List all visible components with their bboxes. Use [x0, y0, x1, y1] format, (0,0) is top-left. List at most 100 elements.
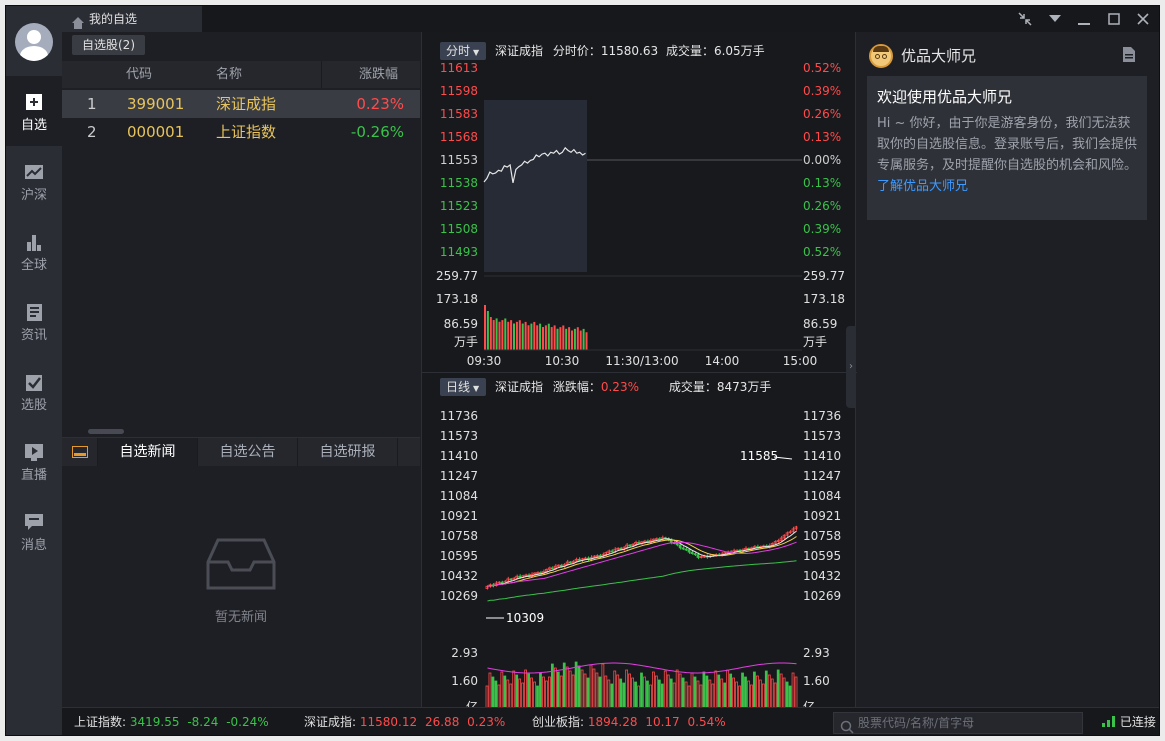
price-tick-label: 11084	[440, 489, 478, 503]
avatar[interactable]	[15, 23, 53, 61]
column-code[interactable]: 代码	[126, 61, 152, 88]
welcome-card: 欢迎使用优品大师兄 Hi ~ 你好，由于你是游客身份，我们无法获取你的自选股信息…	[867, 76, 1147, 220]
volume-bar	[498, 321, 501, 350]
index-value: 1894.28	[587, 715, 638, 729]
status-index-sz[interactable]: 深证成指: 11580.12 26.88 0.23%	[304, 708, 506, 735]
daily-period-button[interactable]: 日线 ▼	[440, 378, 486, 396]
volume-bar	[583, 673, 587, 707]
collapse-handle[interactable]: ›	[846, 326, 856, 408]
volume-bar	[785, 681, 789, 707]
low-price-label: 10309	[506, 611, 544, 625]
dropdown-icon[interactable]	[1040, 6, 1070, 32]
nav-item-messages[interactable]: 消息	[6, 496, 62, 566]
volume-bar	[791, 672, 795, 707]
volume-bar	[750, 684, 753, 707]
volume-bar	[485, 685, 489, 707]
check-box-icon	[24, 373, 44, 391]
row-index: 1	[87, 95, 97, 113]
minimize-icon[interactable]	[1069, 6, 1099, 32]
index-pct: 0.23%	[467, 715, 506, 729]
candle-body	[533, 572, 536, 575]
column-name[interactable]: 名称	[216, 61, 322, 88]
shrink-icon[interactable]	[1010, 6, 1040, 32]
nav-item-shsz[interactable]: 沪深	[6, 146, 62, 216]
volume-bar	[714, 670, 718, 707]
daily-kline-chart[interactable]: 11736 11736 11573 11573 11410 11410 11247 11247…	[422, 396, 857, 707]
volume-bar	[550, 663, 554, 707]
candle-body	[568, 561, 572, 564]
table-row[interactable]: 1 399001 深证成指 0.23%	[62, 90, 420, 118]
index-name: 上证指数:	[74, 715, 127, 729]
document-icon[interactable]	[1123, 47, 1135, 62]
volume-bar	[586, 677, 590, 707]
volume-bar	[585, 332, 588, 350]
volume-bar	[577, 665, 581, 707]
card-link[interactable]: 了解优品大师兄	[877, 179, 968, 194]
volume-bar	[492, 320, 495, 350]
volume-bar	[720, 678, 724, 707]
nav-item-global[interactable]: 全球	[6, 216, 62, 286]
tab-my-watchlist[interactable]: 我的自选	[62, 6, 202, 32]
volume-bar	[610, 683, 614, 707]
status-index-cyb[interactable]: 创业板指: 1894.28 10.17 0.54%	[532, 708, 726, 735]
candle-body	[506, 578, 510, 583]
candle-body	[607, 550, 611, 553]
volume-bar	[764, 670, 768, 707]
volume-bar	[574, 661, 578, 707]
left-nav: 自选 沪深 全球 资讯 选股 直播 消息	[6, 6, 62, 735]
price-tick-label: 11613	[440, 61, 478, 75]
price-tick-label: 11247	[803, 469, 841, 483]
nav-item-news[interactable]: 资讯	[6, 286, 62, 356]
row-change: -0.26%	[350, 123, 404, 141]
volume-bar	[553, 325, 556, 350]
search-input[interactable]	[858, 715, 1078, 731]
close-icon[interactable]	[1128, 6, 1158, 32]
table-row[interactable]: 2 000001 上证指数 -0.26%	[62, 118, 420, 146]
chart-area: 分时 ▼ 深证成指 分时价：11580.63 成交量：6.05万手 11613 0.…	[421, 32, 857, 707]
tab-watchlist-announcements[interactable]: 自选公告	[198, 438, 298, 466]
volume-bar	[735, 681, 738, 707]
volume-bar	[562, 325, 565, 350]
nav-item-live[interactable]: 直播	[6, 426, 62, 496]
volume-unit: 万手	[454, 335, 478, 349]
pct-tick-label: 0.00%	[803, 153, 841, 167]
collapse-panel-icon[interactable]	[62, 438, 98, 466]
index-name: 创业板指:	[532, 715, 585, 729]
volume-bar	[711, 683, 715, 707]
nav-item-screener[interactable]: 选股	[6, 356, 62, 426]
volume-bar	[521, 682, 525, 707]
status-index-sh[interactable]: 上证指数: 3419.55 -8.24 -0.24%	[74, 708, 269, 735]
intraday-period-button[interactable]: 分时 ▼	[440, 42, 486, 60]
volume-bar	[486, 311, 489, 350]
candle-body	[675, 542, 679, 546]
watchlist-group-button[interactable]: 自选股(2)	[72, 35, 145, 55]
price-tick-label: 11523	[440, 199, 478, 213]
volume-tick-label: 1.60	[451, 674, 478, 688]
price-tick-label: 10758	[440, 529, 478, 543]
volume-bar	[794, 676, 798, 707]
volume-bar	[604, 675, 608, 707]
volume-bar	[576, 327, 579, 350]
candle-body	[610, 550, 614, 553]
horizontal-scrollbar[interactable]	[88, 429, 124, 434]
candle-body	[687, 549, 691, 553]
volume-bar	[533, 321, 536, 350]
bar-chart-icon	[24, 233, 44, 251]
index-change: 10.17	[645, 715, 680, 729]
volume-bar	[675, 669, 679, 707]
candle-body	[782, 534, 786, 539]
nav-item-watchlist[interactable]: 自选	[6, 76, 62, 146]
time-tick-label: 14:00	[705, 354, 740, 368]
volume-bar	[506, 679, 510, 707]
price-tick-label: 10921	[803, 509, 841, 523]
pct-tick-label: 0.39%	[803, 222, 841, 236]
maximize-icon[interactable]	[1099, 6, 1129, 32]
tab-watchlist-research[interactable]: 自选研报	[298, 438, 398, 466]
volume-bar	[501, 320, 504, 350]
intraday-chart[interactable]: 11613 0.52% 11598 0.39% 11583 0.26% 11568 0.13%…	[422, 60, 857, 370]
volume-bar	[773, 682, 777, 707]
volume-bar	[524, 321, 527, 350]
empty-inbox-icon	[206, 538, 276, 590]
column-change[interactable]: 涨跌幅	[359, 61, 398, 88]
tab-watchlist-news[interactable]: 自选新闻	[98, 438, 198, 466]
